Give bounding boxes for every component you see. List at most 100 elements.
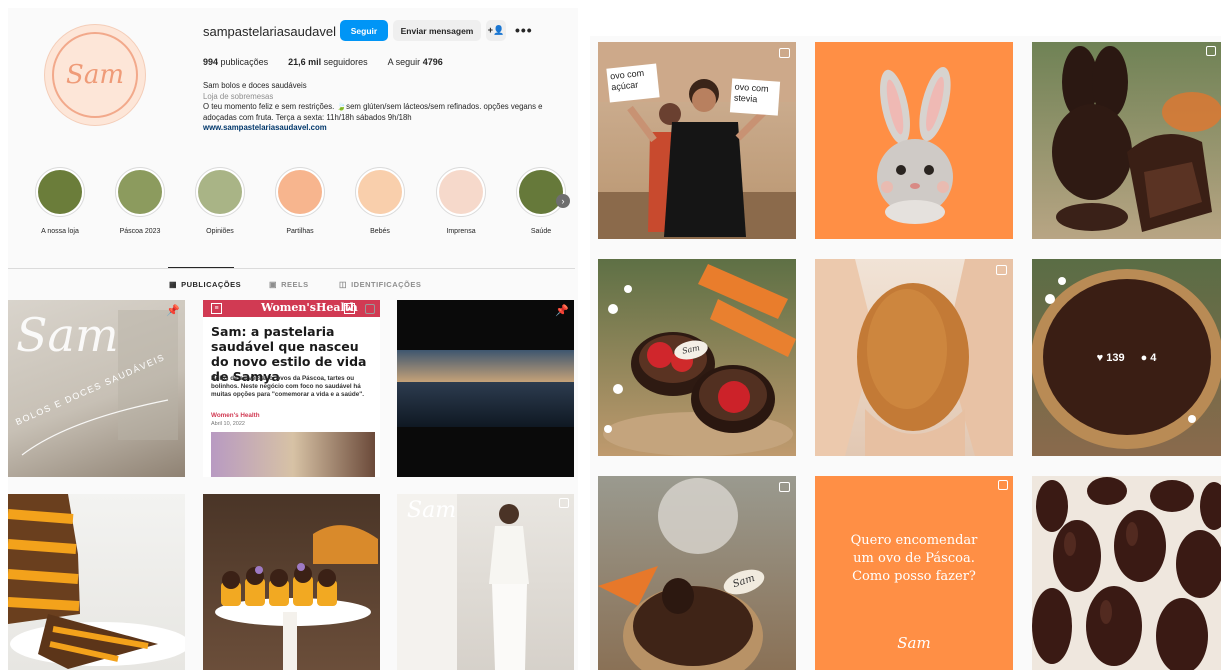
account-icon: ▲ xyxy=(344,303,355,314)
store-window-logo: Sam xyxy=(16,308,119,362)
post-city-night-video[interactable]: 📌 xyxy=(397,300,574,477)
add-user-icon: +👤 xyxy=(487,25,505,35)
post-easter-bunny[interactable] xyxy=(815,42,1013,239)
highlight-swatch xyxy=(38,170,82,214)
post-layer-cake[interactable] xyxy=(8,494,185,670)
bunny-dessert-image xyxy=(598,478,763,670)
comments-stat: ● 4 xyxy=(1140,351,1157,364)
highlight-cover xyxy=(355,167,405,217)
tab-identificacoes[interactable]: ◫ IDENTIFICAÇÕES xyxy=(339,280,421,289)
highlight-item[interactable]: Bebés xyxy=(350,167,410,235)
highlight-swatch xyxy=(519,170,563,214)
highlight-swatch xyxy=(358,170,402,214)
article-summary: Bolos de aniversário, ovos da Páscoa, ta… xyxy=(211,375,364,398)
profile-bio: Sam bolos e doces saudáveis Loja de sobr… xyxy=(203,81,575,134)
highlight-swatch xyxy=(278,170,322,214)
avatar[interactable]: Sam xyxy=(44,24,146,126)
highlight-swatch xyxy=(118,170,162,214)
more-options-icon[interactable]: ••• xyxy=(515,22,533,38)
bio-text: O teu momento feliz e sem restrições. 🍃s… xyxy=(203,102,543,122)
send-message-button[interactable]: Enviar mensagem xyxy=(393,20,481,41)
post-chocolate-tart[interactable]: ♥ 139 ● 4 xyxy=(1032,259,1221,456)
follow-button[interactable]: Seguir xyxy=(340,20,388,41)
highlight-label: Saúde xyxy=(530,228,552,235)
highlight-swatch xyxy=(439,170,483,214)
highlight-label: Partilhas xyxy=(286,228,314,235)
reels-icon: ▣ xyxy=(269,280,278,289)
sign-left: ovo com açúcar xyxy=(606,63,660,103)
profile-username: sampastelariasaudavel xyxy=(203,24,336,39)
post-cupcakes[interactable] xyxy=(203,494,380,670)
tab-reels[interactable]: ▣ REELS xyxy=(269,280,309,289)
highlight-cover xyxy=(516,167,566,217)
carousel-icon xyxy=(1206,46,1216,56)
highlight-item[interactable]: Imprensa xyxy=(431,167,491,235)
chocolate-eggs-image xyxy=(1032,477,1221,670)
following-count[interactable]: A seguir 4796 xyxy=(388,57,443,67)
highlight-swatch xyxy=(198,170,242,214)
suggest-user-button[interactable]: +👤 xyxy=(486,20,506,41)
posts-count[interactable]: 994 publicações xyxy=(203,57,268,67)
highlight-item[interactable]: A nossa loja xyxy=(30,167,90,235)
profile-panel: Sam sampastelariasaudavel Seguir Enviar … xyxy=(0,0,580,670)
reel-icon xyxy=(779,48,790,58)
highlight-item[interactable]: Opiniões xyxy=(190,167,250,235)
highlight-item[interactable]: Páscoa 2023 xyxy=(110,167,170,235)
article-photo xyxy=(211,432,375,477)
bunny-illustration xyxy=(877,66,953,224)
city-water xyxy=(397,382,574,427)
post-samya-portrait[interactable]: Sam xyxy=(397,494,574,670)
order-question-text: Quero encomendar um ovo de Páscoa. Como … xyxy=(850,533,978,584)
post-chocolate-eggs[interactable] xyxy=(1032,476,1221,670)
post-chocolate-bunny[interactable] xyxy=(1032,42,1221,239)
post-strawberry-eggs[interactable]: Sam xyxy=(598,259,796,456)
egg-in-hands-image xyxy=(815,259,1013,456)
sign-right: ovo com stevia xyxy=(729,78,781,116)
post-store-window[interactable]: Sam BOLOS E DOCES SAUDÁVEIS 📌 xyxy=(8,300,185,477)
layer-cake-image xyxy=(8,494,185,669)
post-egg-sugar-vs-stevia[interactable]: ovo com açúcar ovo com stevia xyxy=(598,42,796,239)
active-tab-indicator xyxy=(168,267,234,268)
store-logo-window: Sam xyxy=(407,498,457,523)
hover-stats-overlay: ♥ 139 ● 4 xyxy=(1032,259,1221,456)
article-source: Women's Health xyxy=(211,412,260,419)
avatar-logo: Sam xyxy=(66,60,124,90)
highlight-label: Páscoa 2023 xyxy=(119,228,161,235)
bio-name: Sam bolos e doces saudáveis xyxy=(203,81,307,90)
likes-stat: ♥ 139 xyxy=(1096,351,1125,364)
highlight-cover xyxy=(275,167,325,217)
city-sky xyxy=(397,350,574,382)
followers-count[interactable]: 21,6 mil seguidores xyxy=(288,57,368,67)
screen: Sam sampastelariasaudavel Seguir Enviar … xyxy=(0,0,1221,670)
tagged-icon: ◫ xyxy=(339,280,348,289)
article-header: ≡ Women'sHealth ▲ xyxy=(203,300,380,317)
profile-stats: 994 publicações 21,6 mil seguidores A se… xyxy=(203,57,463,67)
tab-publicacoes[interactable]: ▦ PUBLICAÇÕES xyxy=(169,280,241,289)
post-how-to-order[interactable]: Quero encomendar um ovo de Páscoa. Como … xyxy=(815,476,1013,670)
highlight-label: Imprensa xyxy=(446,228,476,235)
carousel-icon xyxy=(998,480,1008,490)
next-highlights-arrow-icon[interactable]: › xyxy=(556,194,570,208)
chocolate-bunny-image xyxy=(1052,46,1221,232)
reel-icon xyxy=(996,265,1007,275)
cupcakes-image xyxy=(215,525,378,670)
menu-icon: ≡ xyxy=(211,303,222,314)
highlight-item[interactable]: Partilhas xyxy=(270,167,330,235)
bio-category: Loja de sobremesas xyxy=(203,91,274,101)
reel-icon xyxy=(779,482,790,492)
bio-link[interactable]: www.sampastelariasaudavel.com xyxy=(203,123,575,134)
pinned-icon: 📌 xyxy=(555,305,569,317)
grid-icon: ▦ xyxy=(169,280,178,289)
highlight-cover xyxy=(195,167,245,217)
carousel-icon xyxy=(559,498,569,508)
post-bunny-dessert[interactable]: Sam xyxy=(598,476,796,670)
post-egg-in-hands-video[interactable] xyxy=(815,259,1013,456)
post-press-article[interactable]: ≡ Women'sHealth ▲ Sam: a pastelaria saud… xyxy=(203,300,380,477)
carousel-icon xyxy=(365,304,375,314)
highlight-cover xyxy=(436,167,486,217)
tabs-divider xyxy=(8,268,575,269)
highlight-cover xyxy=(115,167,165,217)
order-logo: Sam xyxy=(897,634,931,652)
highlight-label: Opiniões xyxy=(206,228,234,235)
highlight-cover xyxy=(35,167,85,217)
